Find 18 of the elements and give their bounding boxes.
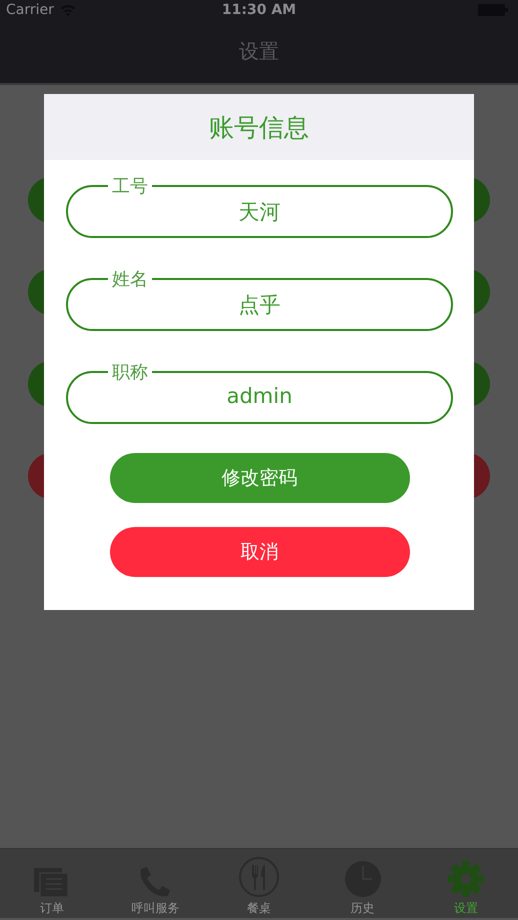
tab-item[interactable]: 设置 bbox=[421, 850, 512, 916]
tab-item[interactable]: 订单 bbox=[6, 850, 97, 916]
cancel-button[interactable]: 取消 bbox=[110, 527, 410, 577]
clock-time: 11:30 AM bbox=[222, 2, 296, 18]
field-label: 职称 bbox=[111, 361, 149, 384]
field-value: 天河 bbox=[238, 199, 280, 226]
field-label: 姓名 bbox=[111, 268, 149, 291]
tab-item[interactable]: 餐桌 bbox=[214, 850, 304, 916]
tab-item[interactable]: 历史 bbox=[318, 850, 408, 916]
dialog-title: 账号信息 bbox=[209, 112, 309, 144]
nav-title: 设置 bbox=[239, 38, 279, 65]
carrier-label: Carrier bbox=[6, 2, 54, 18]
field-value: admin bbox=[226, 384, 292, 408]
settings-icon bbox=[447, 860, 486, 898]
tab-item[interactable]: 呼叫服务 bbox=[110, 850, 200, 916]
field-label: 工号 bbox=[111, 175, 149, 198]
field-value: 点乎 bbox=[238, 292, 280, 319]
change-password-button[interactable]: 修改密码 bbox=[110, 453, 410, 503]
